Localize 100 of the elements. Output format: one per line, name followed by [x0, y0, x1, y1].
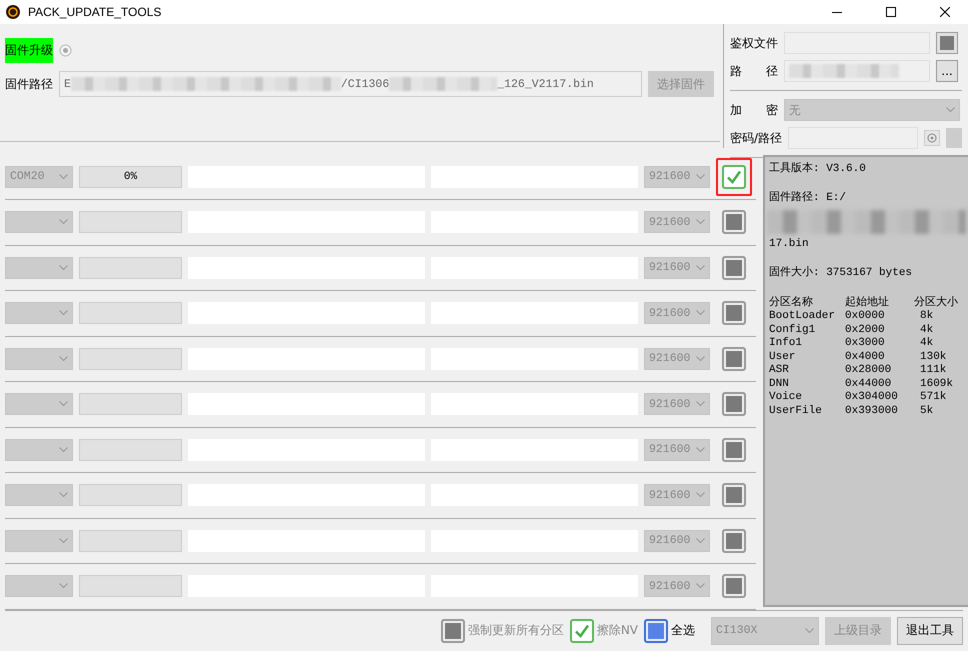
- chevron-down-icon: [59, 174, 68, 180]
- table-cell-text: Voice: [769, 391, 804, 405]
- baud-select[interactable]: 921600: [644, 530, 710, 552]
- chevron-down-icon: [696, 264, 705, 271]
- window-title: PACK_UPDATE_TOOLS: [28, 5, 162, 19]
- table-cell-text: 0x28000: [845, 364, 892, 378]
- chevron-down-icon: [696, 583, 705, 590]
- table-cell-text: 0x2000: [845, 324, 886, 338]
- checkbox-label: 擦除NV: [596, 622, 638, 640]
- table-cell-text: 0x3000: [845, 337, 886, 351]
- table-cell-text: UserFile: [769, 404, 823, 418]
- radio-button[interactable]: [59, 44, 72, 57]
- column-header: 起始地址: [845, 296, 890, 310]
- auth-path-field[interactable]: [784, 60, 930, 82]
- chevron-down-icon: [696, 401, 705, 408]
- chevron-down-icon: [59, 446, 68, 453]
- close-icon[interactable]: [940, 7, 950, 17]
- baud-select[interactable]: 921600: [644, 256, 710, 279]
- path-label: 固件路径: [5, 76, 53, 92]
- checkbox[interactable]: [722, 301, 746, 326]
- parent-dir-button[interactable]: 上级目录: [825, 616, 891, 645]
- chevron-down-icon: [696, 492, 705, 498]
- chevron-down-icon: [59, 264, 68, 271]
- column-header: 分区大小: [914, 296, 959, 310]
- baud-select[interactable]: 921600: [644, 211, 710, 234]
- square-button[interactable]: [936, 32, 958, 54]
- chevron-down-icon: [59, 310, 68, 316]
- table-cell-text: 4k: [919, 324, 934, 337]
- chevron-down-icon: [696, 310, 705, 316]
- port-select[interactable]: COM20: [5, 166, 73, 188]
- progress-field: 0%: [79, 166, 182, 188]
- table-cell-text: 0x44000: [845, 378, 892, 392]
- checkbox[interactable]: [722, 210, 746, 234]
- checkbox[interactable]: [722, 256, 746, 280]
- firmware-size-text: 固件大小: 3753167 bytes: [769, 267, 914, 281]
- baud-select[interactable]: 921600: [644, 393, 710, 416]
- firmware-path-field[interactable]: E /CI1306 _126_V2117.bin: [59, 71, 642, 97]
- auth-file-label: 鉴权文件: [730, 34, 778, 52]
- chevron-down-icon: [59, 538, 68, 544]
- table-cell-text: 4k: [919, 337, 934, 351]
- table-cell-text: Config1: [769, 324, 816, 337]
- target-icon[interactable]: [924, 130, 940, 146]
- checkbox-label: 全选: [671, 622, 695, 640]
- chevron-down-icon: [59, 401, 68, 408]
- browse-button[interactable]: ...: [936, 60, 958, 82]
- chevron-down-icon: [696, 446, 705, 453]
- app-logo-icon: [6, 5, 20, 19]
- maximize-icon[interactable]: [886, 7, 896, 17]
- checkbox[interactable]: [722, 438, 746, 462]
- baud-select[interactable]: 921600: [644, 302, 710, 324]
- table-cell-text: 0x0000: [845, 310, 886, 324]
- chevron-down-icon: [59, 219, 68, 226]
- chevron-down-icon: [59, 492, 68, 498]
- table-cell-text: DNN: [769, 378, 790, 391]
- encrypt-select[interactable]: 无: [784, 99, 960, 121]
- table-cell-text: 111k: [919, 364, 948, 378]
- exit-button[interactable]: 退出工具: [897, 616, 963, 645]
- encrypt-label: 加 密: [730, 102, 778, 118]
- baud-select[interactable]: 921600: [644, 575, 710, 598]
- table-cell-text: User: [769, 350, 796, 364]
- checkbox[interactable]: [722, 574, 746, 598]
- checkbox-label: 强制更新所有分区: [468, 622, 564, 640]
- table-cell-text: ASR: [769, 364, 790, 378]
- table-cell-text: 8k: [919, 310, 934, 324]
- table-cell-text: 0x4000: [845, 350, 886, 364]
- baud-select[interactable]: 921600: [644, 438, 710, 461]
- table-cell-text: 130k: [919, 350, 948, 364]
- auth-path-label: 路 径: [730, 62, 778, 80]
- checkbox[interactable]: [722, 164, 746, 189]
- chevron-down-icon: [696, 174, 705, 180]
- table-cell-text: 0x393000: [845, 404, 899, 418]
- baud-select[interactable]: 921600: [644, 348, 710, 370]
- chevron-down-icon: [946, 107, 955, 113]
- checkbox[interactable]: [722, 528, 746, 553]
- upgrade-label: 固件升级: [5, 38, 53, 63]
- chevron-down-icon: [805, 628, 814, 634]
- chevron-down-icon: [59, 356, 68, 362]
- baud-select[interactable]: 921600: [644, 484, 710, 506]
- checkbox[interactable]: [722, 392, 746, 416]
- baud-select[interactable]: 921600: [644, 166, 710, 188]
- table-cell-text: 1609k: [919, 378, 954, 391]
- choose-firmware-button[interactable]: 选择固件: [648, 71, 714, 97]
- table-cell-text: Info1: [769, 337, 804, 351]
- chevron-down-icon: [696, 219, 705, 226]
- chevron-down-icon: [696, 538, 705, 544]
- checkbox[interactable]: [644, 618, 668, 643]
- table-cell-text: 571k: [919, 391, 948, 405]
- column-header: 分区名称: [769, 296, 814, 310]
- checkbox[interactable]: [722, 483, 746, 508]
- chevron-down-icon: [696, 356, 705, 362]
- chip-select[interactable]: CI130X: [711, 616, 819, 645]
- tool-version-text: 工具版本: V3.6.0: [769, 162, 867, 176]
- table-cell-text: 5k: [919, 404, 934, 418]
- password-label: 密码/路径: [730, 130, 782, 146]
- chevron-down-icon: [59, 583, 68, 590]
- table-cell-text: BootLoader: [769, 310, 836, 324]
- firmware-path-text: 17.bin: [769, 238, 810, 252]
- checkbox[interactable]: [722, 346, 746, 371]
- firmware-path-text: 固件路径: E:/: [769, 192, 848, 206]
- table-cell-text: 0x304000: [845, 391, 899, 405]
